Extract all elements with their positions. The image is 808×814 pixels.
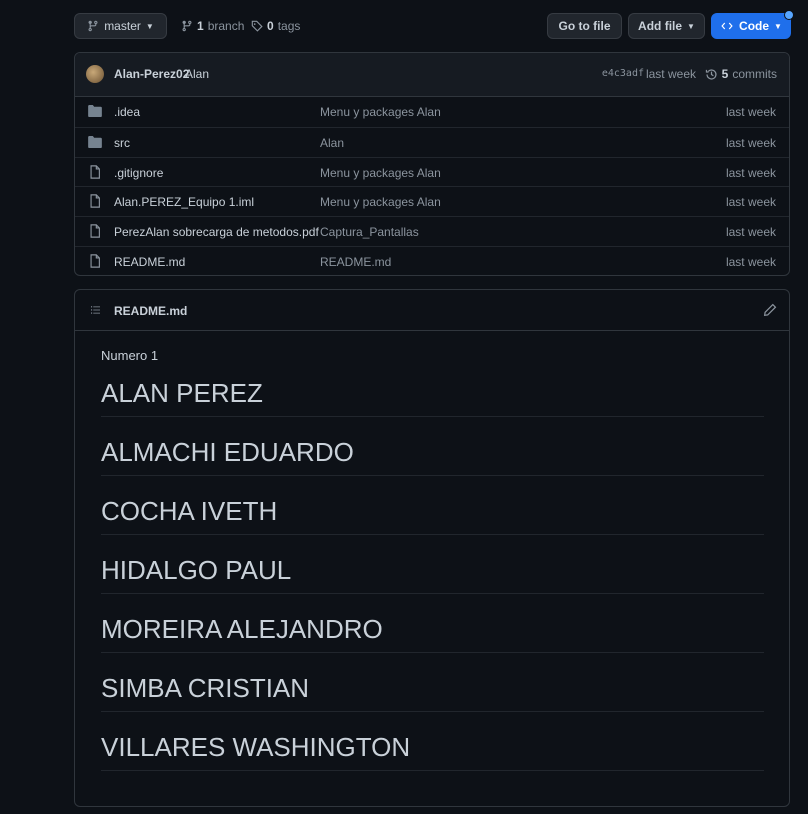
file-icon bbox=[90, 164, 100, 179]
readme-panel: README.md Numero 1 ALAN PEREZ ALMACHI EDU… bbox=[74, 289, 790, 807]
file-row[interactable]: README.md README.md last week bbox=[75, 245, 789, 275]
file-name-link[interactable]: .gitignore bbox=[114, 166, 163, 180]
readme-headings: ALAN PEREZ ALMACHI EDUARDO COCHA IVETH HIDA… bbox=[101, 377, 764, 771]
commit-sha-link[interactable]: e4c3adf bbox=[602, 68, 644, 79]
readme-heading: MOREIRA ALEJANDRO bbox=[101, 613, 764, 653]
file-commit-message-link[interactable]: Menu y packages Alan bbox=[320, 166, 441, 180]
file-commit-message-link[interactable]: Menu y packages Alan bbox=[320, 195, 441, 209]
go-to-file-button[interactable]: Go to file bbox=[547, 13, 622, 39]
tag-icon bbox=[251, 20, 263, 32]
readme-content: Numero 1 ALAN PEREZ ALMACHI EDUARDO COCHA … bbox=[101, 348, 764, 790]
file-commit-message-link[interactable]: Alan bbox=[320, 136, 344, 150]
file-time: last week bbox=[725, 195, 776, 210]
commits-label: commits bbox=[732, 67, 777, 81]
git-branch-icon bbox=[182, 20, 192, 32]
file-commit-message-link[interactable]: Menu y packages Alan bbox=[320, 105, 441, 119]
code-icon bbox=[721, 22, 733, 30]
file-list: .idea Menu y packages Alan last week src Ala… bbox=[75, 97, 789, 275]
file-browser: Alan-Perez02 Alan e4c3adf last week 5 co… bbox=[74, 52, 790, 276]
add-file-button[interactable]: Add file ▼ bbox=[628, 13, 705, 39]
file-icon bbox=[90, 194, 100, 209]
file-time: last week bbox=[725, 165, 776, 180]
file-time: last week bbox=[725, 225, 776, 240]
history-icon bbox=[705, 68, 717, 80]
readme-intro: Numero 1 bbox=[101, 348, 159, 363]
avatar[interactable] bbox=[86, 65, 104, 83]
readme-heading: ALAN PEREZ bbox=[101, 377, 764, 417]
file-commit-message-link[interactable]: README.md bbox=[320, 255, 391, 269]
readme-heading: SIMBA CRISTIAN bbox=[101, 672, 764, 712]
code-label: Code bbox=[739, 19, 770, 33]
file-name-link[interactable]: README.md bbox=[114, 255, 185, 269]
pencil-icon[interactable] bbox=[763, 303, 777, 317]
code-button[interactable]: Code ▼ bbox=[711, 10, 794, 39]
branches-count: 1 bbox=[197, 19, 204, 33]
file-row[interactable]: .gitignore Menu y packages Alan last week bbox=[75, 156, 789, 187]
file-name-link[interactable]: PerezAlan sobrecarga de metodos.pdf bbox=[114, 225, 319, 239]
file-time: last week bbox=[725, 254, 776, 269]
branch-select-button[interactable]: master ▼ bbox=[74, 13, 167, 39]
file-commit-message-link[interactable]: Captura_Pantallas bbox=[320, 225, 419, 239]
file-row[interactable]: PerezAlan sobrecarga de metodos.pdf Captu… bbox=[75, 216, 789, 246]
file-row[interactable]: Alan.PEREZ_Equipo 1.iml Menu y packages A… bbox=[75, 186, 789, 216]
commit-message-link[interactable]: Alan bbox=[185, 67, 209, 81]
list-unordered-icon[interactable] bbox=[89, 304, 102, 316]
latest-commit-bar: Alan-Perez02 Alan e4c3adf last week 5 co… bbox=[75, 53, 789, 97]
file-row[interactable]: .idea Menu y packages Alan last week bbox=[75, 97, 789, 127]
tags-count: 0 bbox=[267, 19, 274, 33]
readme-title[interactable]: README.md bbox=[114, 304, 187, 318]
chevron-down-icon: ▼ bbox=[687, 21, 695, 31]
file-icon bbox=[90, 254, 100, 268]
tags-link[interactable]: 0 tags bbox=[251, 13, 300, 39]
folder-icon bbox=[88, 105, 102, 117]
commit-time: last week bbox=[645, 67, 696, 81]
commit-author-link[interactable]: Alan-Perez02 bbox=[114, 67, 189, 81]
tags-label: tags bbox=[277, 19, 301, 33]
add-file-label: Add file bbox=[638, 19, 683, 33]
branch-name: master bbox=[104, 19, 141, 33]
branches-label: branch bbox=[207, 19, 245, 33]
commits-link[interactable]: 5 commits bbox=[705, 67, 777, 81]
readme-heading: VILLARES WASHINGTON bbox=[101, 731, 764, 771]
file-name-link[interactable]: src bbox=[114, 136, 130, 150]
file-icon bbox=[90, 224, 100, 238]
file-name-link[interactable]: Alan.PEREZ_Equipo 1.iml bbox=[114, 195, 254, 209]
repo-toolbar: master ▼ 1 branch 0 tags Go to file Add … bbox=[74, 10, 794, 39]
branches-link[interactable]: 1 branch bbox=[181, 13, 244, 39]
readme-header: README.md bbox=[75, 290, 789, 331]
file-time: last week bbox=[725, 135, 776, 150]
git-branch-icon bbox=[88, 20, 98, 32]
readme-heading: HIDALGO PAUL bbox=[101, 554, 764, 594]
commits-count: 5 bbox=[721, 67, 729, 81]
file-time: last week bbox=[725, 105, 776, 119]
folder-icon bbox=[88, 135, 102, 148]
file-row[interactable]: src Alan last week bbox=[75, 126, 789, 157]
notification-dot bbox=[784, 10, 794, 20]
chevron-down-icon: ▼ bbox=[145, 21, 154, 31]
readme-heading: COCHA IVETH bbox=[101, 495, 764, 535]
file-name-link[interactable]: .idea bbox=[114, 105, 140, 119]
chevron-down-icon: ▼ bbox=[774, 21, 782, 31]
readme-heading: ALMACHI EDUARDO bbox=[101, 436, 764, 476]
